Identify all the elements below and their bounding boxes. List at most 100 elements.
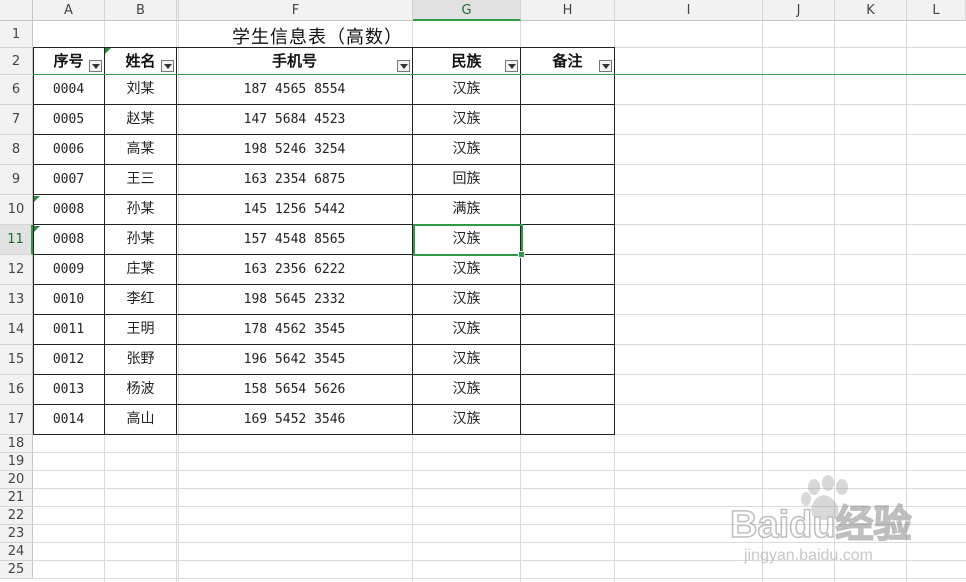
cell-phone[interactable]: 198 5246 3254 xyxy=(177,135,413,165)
cell-seq[interactable]: 0010 xyxy=(33,285,105,315)
cell-note[interactable] xyxy=(521,75,615,105)
cell-note[interactable] xyxy=(521,225,615,255)
cell-name[interactable]: 刘某 xyxy=(105,75,177,105)
cell-note[interactable] xyxy=(521,375,615,405)
row-header-12[interactable]: 12 xyxy=(0,255,33,285)
cell-phone[interactable]: 198 5645 2332 xyxy=(177,285,413,315)
cell-note[interactable] xyxy=(521,135,615,165)
cell-note[interactable] xyxy=(521,255,615,285)
cell-seq[interactable]: 0004 xyxy=(33,75,105,105)
cell-name[interactable]: 王明 xyxy=(105,315,177,345)
cell-note[interactable] xyxy=(521,165,615,195)
row-header-13[interactable]: 13 xyxy=(0,285,33,315)
cell-seq[interactable]: 0007 xyxy=(33,165,105,195)
row-header-8[interactable]: 8 xyxy=(0,135,33,165)
filter-dropdown-nation-icon[interactable] xyxy=(505,60,518,72)
row-header-18[interactable]: 18 xyxy=(0,435,33,453)
column-header-L[interactable]: L xyxy=(907,0,966,21)
cell-seq[interactable]: 0012 xyxy=(33,345,105,375)
cell-note[interactable] xyxy=(521,345,615,375)
cell-nation[interactable]: 汉族 xyxy=(413,135,521,165)
row-header-7[interactable]: 7 xyxy=(0,105,33,135)
row-header-15[interactable]: 15 xyxy=(0,345,33,375)
row-header-10[interactable]: 10 xyxy=(0,195,33,225)
row-header-9[interactable]: 9 xyxy=(0,165,33,195)
cell-note[interactable] xyxy=(521,195,615,225)
cell-name[interactable]: 杨波 xyxy=(105,375,177,405)
cell-seq[interactable]: 0013 xyxy=(33,375,105,405)
row-header-14[interactable]: 14 xyxy=(0,315,33,345)
cell-phone[interactable]: 163 2354 6875 xyxy=(177,165,413,195)
row-header-17[interactable]: 17 xyxy=(0,405,33,435)
column-header-K[interactable]: K xyxy=(835,0,907,21)
cell-name[interactable]: 李红 xyxy=(105,285,177,315)
cell-nation[interactable]: 汉族 xyxy=(413,405,521,435)
row-header-24[interactable]: 24 xyxy=(0,543,33,561)
cell-note[interactable] xyxy=(521,285,615,315)
cell-indicator-icon xyxy=(34,226,40,232)
row-header-6[interactable]: 6 xyxy=(0,75,33,105)
row-header-2[interactable]: 2 xyxy=(0,48,33,75)
header-cell-phone[interactable]: 手机号 xyxy=(177,48,413,75)
cell-name[interactable]: 王三 xyxy=(105,165,177,195)
cell-nation[interactable]: 汉族 xyxy=(413,285,521,315)
cell-name[interactable]: 赵某 xyxy=(105,105,177,135)
cell-phone[interactable]: 147 5684 4523 xyxy=(177,105,413,135)
cell-note[interactable] xyxy=(521,405,615,435)
filter-dropdown-name-icon[interactable] xyxy=(161,60,174,72)
cell-nation[interactable]: 汉族 xyxy=(413,345,521,375)
column-header-F[interactable]: F xyxy=(179,0,413,21)
column-header-A[interactable]: A xyxy=(33,0,105,21)
row-header-1[interactable]: 1 xyxy=(0,21,33,48)
row-header-21[interactable]: 21 xyxy=(0,489,33,507)
cell-seq[interactable]: 0009 xyxy=(33,255,105,285)
cell-nation[interactable]: 汉族 xyxy=(413,315,521,345)
column-header-B[interactable]: B xyxy=(105,0,177,21)
cell-note[interactable] xyxy=(521,105,615,135)
cell-nation[interactable]: 汉族 xyxy=(413,105,521,135)
column-header-I[interactable]: I xyxy=(615,0,763,21)
row-header-20[interactable]: 20 xyxy=(0,471,33,489)
cell-seq[interactable]: 0011 xyxy=(33,315,105,345)
filter-dropdown-seq-icon[interactable] xyxy=(89,60,102,72)
row-header-23[interactable]: 23 xyxy=(0,525,33,543)
cell-phone[interactable]: 196 5642 3545 xyxy=(177,345,413,375)
select-all-corner[interactable] xyxy=(0,0,33,21)
cell-phone[interactable]: 158 5654 5626 xyxy=(177,375,413,405)
cell-phone[interactable]: 178 4562 3545 xyxy=(177,315,413,345)
filter-dropdown-phone-icon[interactable] xyxy=(397,60,410,72)
cell-seq[interactable]: 0008 xyxy=(33,195,105,225)
cell-nation[interactable]: 汉族 xyxy=(413,375,521,405)
cell-nation[interactable]: 汉族 xyxy=(413,75,521,105)
cell-note[interactable] xyxy=(521,315,615,345)
column-header-H[interactable]: H xyxy=(521,0,615,21)
row-header-16[interactable]: 16 xyxy=(0,375,33,405)
cell-phone[interactable]: 169 5452 3546 xyxy=(177,405,413,435)
cell-phone[interactable]: 157 4548 8565 xyxy=(177,225,413,255)
cell-seq[interactable]: 0005 xyxy=(33,105,105,135)
cell-nation[interactable]: 汉族 xyxy=(413,255,521,285)
cell-phone[interactable]: 163 2356 6222 xyxy=(177,255,413,285)
cell-seq[interactable]: 0014 xyxy=(33,405,105,435)
filter-dropdown-note-icon[interactable] xyxy=(599,60,612,72)
column-header-G[interactable]: G xyxy=(413,0,521,21)
cell-name[interactable]: 庄某 xyxy=(105,255,177,285)
cell-phone[interactable]: 187 4565 8554 xyxy=(177,75,413,105)
row-header-25[interactable]: 25 xyxy=(0,561,33,579)
active-cell-selection[interactable] xyxy=(413,224,523,256)
cell-nation[interactable]: 满族 xyxy=(413,195,521,225)
cell-name[interactable]: 高山 xyxy=(105,405,177,435)
row-header-22[interactable]: 22 xyxy=(0,507,33,525)
cell-name[interactable]: 孙某 xyxy=(105,195,177,225)
fill-handle[interactable] xyxy=(518,251,525,258)
cell-name[interactable]: 孙某 xyxy=(105,225,177,255)
cell-seq[interactable]: 0008 xyxy=(33,225,105,255)
column-header-J[interactable]: J xyxy=(763,0,835,21)
cell-nation[interactable]: 回族 xyxy=(413,165,521,195)
cell-name[interactable]: 张野 xyxy=(105,345,177,375)
row-header-19[interactable]: 19 xyxy=(0,453,33,471)
cell-name[interactable]: 高某 xyxy=(105,135,177,165)
row-header-11[interactable]: 11 xyxy=(0,225,33,255)
cell-seq[interactable]: 0006 xyxy=(33,135,105,165)
cell-phone[interactable]: 145 1256 5442 xyxy=(177,195,413,225)
